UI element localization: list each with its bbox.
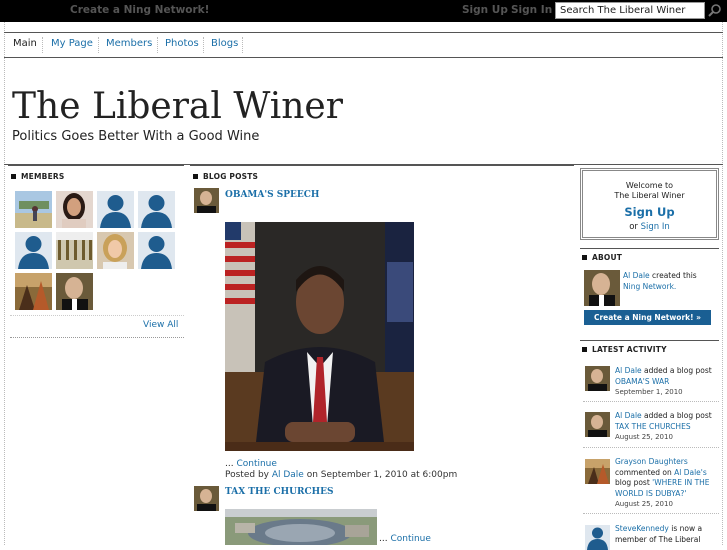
about-text: Al Dale created this Ning Network. bbox=[623, 271, 697, 291]
member-avatar-default[interactable] bbox=[15, 232, 52, 269]
main-nav: Main My Page Members Photos Blogs bbox=[4, 32, 723, 58]
tab-members[interactable]: Members bbox=[106, 38, 152, 49]
member-avatar[interactable] bbox=[15, 191, 52, 228]
post-author-avatar[interactable] bbox=[194, 486, 219, 511]
members-divider bbox=[10, 315, 184, 316]
about-avatar[interactable] bbox=[584, 270, 620, 306]
post-author-avatar[interactable] bbox=[194, 188, 219, 213]
member-avatar[interactable] bbox=[15, 273, 52, 310]
activity-user-link[interactable]: SteveKennedy bbox=[615, 524, 669, 533]
blog-heading: BLOG POSTS bbox=[193, 172, 258, 181]
welcome-box: Welcome to The Liberal Winer Sign Up or … bbox=[580, 168, 719, 240]
top-signin-link[interactable]: Sign In bbox=[511, 4, 552, 16]
activity-avatar[interactable] bbox=[585, 459, 610, 484]
activity-user-link[interactable]: Grayson Daughters bbox=[615, 457, 688, 466]
welcome-signup-link[interactable]: Sign Up bbox=[583, 205, 716, 219]
welcome-line1: Welcome to bbox=[625, 181, 674, 190]
activity-avatar-default[interactable] bbox=[585, 525, 610, 550]
activity-target-link[interactable]: OBAMA'S WAR bbox=[615, 377, 669, 386]
activity-user-link[interactable]: Al Dale bbox=[615, 366, 642, 375]
welcome-signin-row: or Sign In bbox=[629, 222, 670, 232]
activity-item: Al Dale added a blog post OBAMA'S WAR bbox=[615, 366, 712, 386]
welcome-signin-link[interactable]: Sign In bbox=[641, 222, 670, 232]
members-rule bbox=[8, 165, 184, 166]
blog-rule bbox=[190, 165, 574, 166]
activity-avatar[interactable] bbox=[585, 366, 610, 391]
nav-divider bbox=[42, 37, 43, 53]
view-all-members-link[interactable]: View All bbox=[143, 320, 178, 330]
member-avatar-default[interactable] bbox=[138, 191, 175, 228]
post-title[interactable]: OBAMA'S SPEECH bbox=[225, 190, 319, 200]
member-avatar[interactable] bbox=[97, 232, 134, 269]
tab-blogs[interactable]: Blogs bbox=[211, 38, 238, 49]
member-avatar[interactable] bbox=[56, 273, 93, 310]
site-tagline: Politics Goes Better With a Good Wine bbox=[12, 129, 260, 144]
tab-my-page[interactable]: My Page bbox=[51, 38, 93, 49]
activity-user-link[interactable]: Al Dale bbox=[615, 411, 642, 420]
post-title[interactable]: TAX THE CHURCHES bbox=[225, 487, 334, 497]
activity-date: August 25, 2010 bbox=[615, 433, 673, 441]
search-input[interactable] bbox=[555, 2, 705, 19]
activity-divider bbox=[583, 447, 719, 448]
activity-owner-link[interactable]: Al Dale's bbox=[674, 468, 707, 477]
member-avatar-default[interactable] bbox=[138, 232, 175, 269]
activity-divider bbox=[583, 401, 719, 402]
top-signup-link[interactable]: Sign Up bbox=[462, 4, 508, 16]
post-continue: ... Continue bbox=[225, 459, 277, 469]
welcome-line2: The Liberal Winer bbox=[614, 191, 685, 200]
activity-item: Al Dale added a blog post TAX THE CHURCH… bbox=[615, 411, 712, 431]
about-network-link[interactable]: Ning Network. bbox=[623, 282, 676, 291]
activity-item: SteveKennedy is now a member of The Libe… bbox=[615, 524, 703, 544]
search-icon[interactable] bbox=[707, 3, 722, 18]
nav-divider bbox=[157, 37, 158, 53]
post-author-link[interactable]: Al Dale bbox=[272, 470, 304, 480]
tab-photos[interactable]: Photos bbox=[165, 38, 199, 49]
post-image[interactable] bbox=[225, 222, 414, 451]
member-avatar[interactable] bbox=[56, 232, 93, 269]
activity-item: Grayson Daughters commented on Al Dale's… bbox=[615, 457, 710, 498]
tab-main[interactable]: Main bbox=[13, 38, 37, 49]
member-avatar-default[interactable] bbox=[97, 191, 134, 228]
create-network-button[interactable]: Create a Ning Network! » bbox=[584, 310, 711, 325]
activity-heading: LATEST ACTIVITY bbox=[582, 345, 667, 354]
post-image[interactable] bbox=[225, 509, 377, 545]
about-author-link[interactable]: Al Dale bbox=[623, 271, 650, 280]
activity-target-link[interactable]: TAX THE CHURCHES bbox=[615, 422, 691, 431]
activity-date: September 1, 2010 bbox=[615, 388, 683, 396]
activity-divider bbox=[583, 513, 719, 514]
members-footer-divider bbox=[10, 337, 184, 338]
top-bar: Create a Ning Network! Sign Up Sign In bbox=[0, 0, 727, 22]
activity-rule bbox=[580, 340, 719, 341]
about-heading: ABOUT bbox=[582, 253, 622, 262]
activity-avatar[interactable] bbox=[585, 412, 610, 437]
nav-divider bbox=[98, 37, 99, 53]
site-title[interactable]: The Liberal Winer bbox=[12, 86, 343, 127]
members-heading: MEMBERS bbox=[11, 172, 64, 181]
create-network-link[interactable]: Create a Ning Network! bbox=[70, 4, 209, 16]
nav-divider bbox=[242, 37, 243, 53]
continue-link[interactable]: Continue bbox=[236, 459, 276, 469]
continue-link[interactable]: Continue bbox=[390, 534, 430, 544]
nav-divider bbox=[203, 37, 204, 53]
post-continue: ... Continue bbox=[379, 534, 431, 544]
activity-date: August 25, 2010 bbox=[615, 500, 673, 508]
member-avatar[interactable] bbox=[56, 191, 93, 228]
about-rule bbox=[580, 248, 719, 249]
post-meta: Posted by Al Dale on September 1, 2010 a… bbox=[225, 470, 458, 480]
